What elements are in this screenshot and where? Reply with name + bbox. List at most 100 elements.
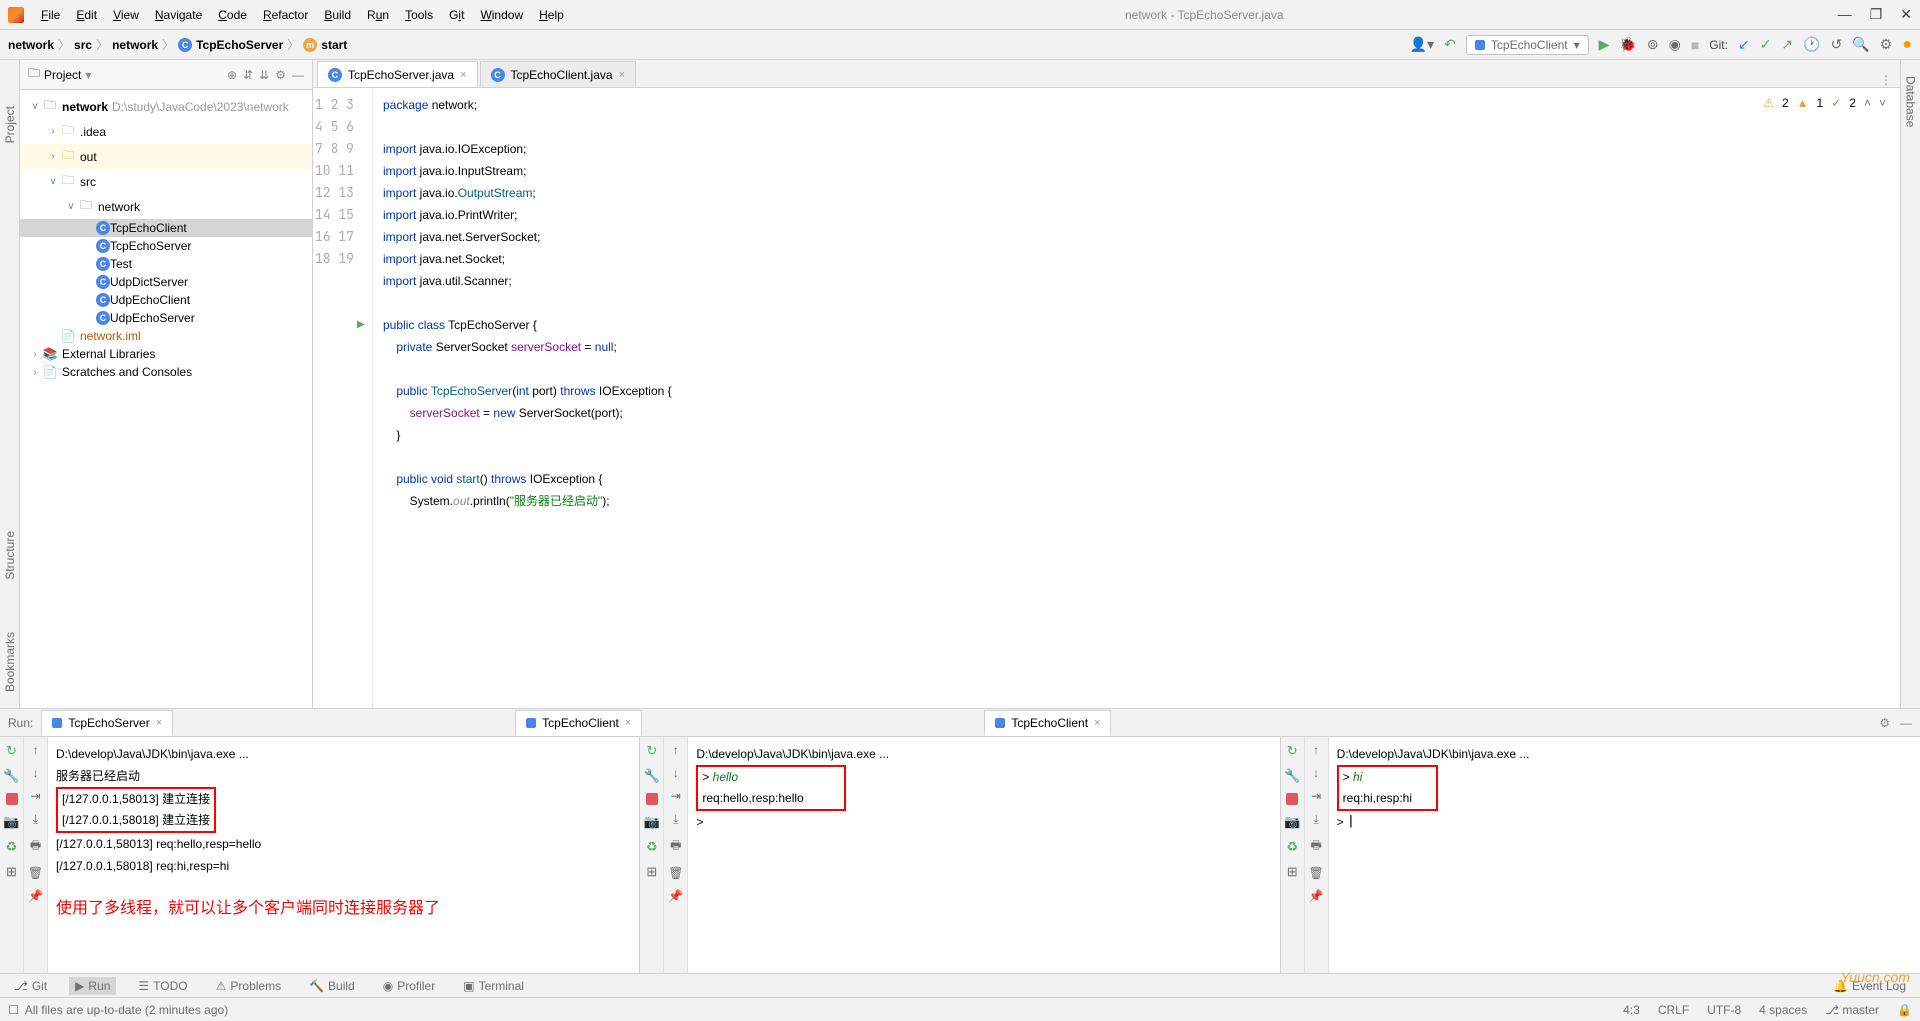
layout-icon[interactable]: ⊞ — [646, 864, 657, 880]
wrench-icon[interactable]: 🔧 — [3, 768, 19, 784]
tree-pkg[interactable]: ∨🗀network — [20, 194, 312, 219]
status-encoding[interactable]: UTF-8 — [1707, 1003, 1741, 1017]
wrap-icon[interactable]: ⇥ — [1311, 789, 1321, 803]
user-icon[interactable]: 👤▾ — [1410, 36, 1434, 53]
run-hide-icon[interactable]: — — [1900, 716, 1912, 730]
profile-icon[interactable]: ◉ — [1669, 36, 1681, 53]
status-crlf[interactable]: CRLF — [1658, 1003, 1689, 1017]
tree-file-udpdictserver[interactable]: CUdpDictServer — [20, 273, 312, 291]
close-tab-icon[interactable]: × — [460, 69, 466, 81]
editor-tab-client[interactable]: CTcpEchoClient.java× — [480, 61, 637, 87]
clear-icon[interactable]: 🗑 — [28, 866, 43, 880]
hide-panel-icon[interactable]: — — [292, 68, 304, 82]
breadcrumb-method[interactable]: start — [321, 38, 347, 52]
debug-icon[interactable]: 🐞 — [1619, 36, 1636, 53]
up-icon[interactable]: ↑ — [1313, 743, 1319, 757]
menu-help[interactable]: Help — [532, 4, 571, 26]
camera-icon[interactable]: 📷 — [1284, 814, 1300, 830]
menu-code[interactable]: Code — [211, 4, 254, 26]
camera-icon[interactable]: 📷 — [644, 814, 660, 830]
run-tab-server[interactable]: TcpEchoServer× — [41, 710, 173, 736]
settings-icon[interactable]: ⚙ — [1880, 36, 1893, 53]
console-output[interactable]: D:\develop\Java\JDK\bin\java.exe ... > h… — [688, 737, 1279, 973]
up-icon[interactable]: ↑ — [33, 743, 39, 757]
tree-root[interactable]: ∨🗀networkD:\study\JavaCode\2023\network — [20, 94, 312, 119]
editor-tab-server[interactable]: CTcpEchoServer.java× — [317, 61, 478, 87]
menu-window[interactable]: Window — [473, 4, 530, 26]
gc-icon[interactable]: ♻ — [1286, 839, 1298, 855]
tree-file-udpechoserver[interactable]: CUdpEchoServer — [20, 309, 312, 327]
rerun-icon[interactable]: ↻ — [1287, 743, 1298, 759]
scroll-icon[interactable]: ⤓ — [1314, 812, 1319, 827]
breadcrumb[interactable]: network〉 src〉 network〉 C TcpEchoServer〉 … — [8, 36, 347, 53]
tab-database[interactable]: Database — [1902, 70, 1920, 133]
project-dropdown-icon[interactable]: ▾ — [85, 68, 91, 82]
down-icon[interactable]: ↓ — [1313, 766, 1319, 780]
close-icon[interactable]: ✕ — [1900, 6, 1912, 23]
run-icon[interactable]: ▶ — [1599, 36, 1610, 53]
wrench-icon[interactable]: 🔧 — [1284, 768, 1300, 784]
expand-all-icon[interactable]: ⇵ — [243, 68, 253, 82]
console-output[interactable]: D:\develop\Java\JDK\bin\java.exe ... 服务器… — [48, 737, 639, 973]
clear-icon[interactable]: 🗑 — [668, 866, 683, 880]
run-tab-client1[interactable]: TcpEchoClient× — [515, 710, 642, 736]
git-update-icon[interactable]: ↙ — [1738, 36, 1750, 53]
git-revert-icon[interactable]: ↺ — [1831, 36, 1843, 53]
rerun-icon[interactable]: ↻ — [646, 743, 657, 759]
down-icon[interactable]: ↓ — [673, 766, 679, 780]
print-icon[interactable]: 🖶 — [1310, 836, 1321, 857]
rerun-icon[interactable]: ↻ — [6, 743, 17, 759]
menu-view[interactable]: View — [106, 4, 146, 26]
tree-file-tcpechoclient[interactable]: CTcpEchoClient — [20, 219, 312, 237]
editor-menu-icon[interactable]: ⋮ — [1872, 73, 1900, 87]
scroll-icon[interactable]: ⤓ — [33, 812, 38, 827]
stop-icon[interactable] — [646, 793, 658, 805]
menu-tools[interactable]: Tools — [398, 4, 440, 26]
tree-src[interactable]: ∨🗀src — [20, 169, 312, 194]
stop-icon[interactable] — [1286, 793, 1298, 805]
tree-idea[interactable]: ›🗀.idea — [20, 119, 312, 144]
menu-file[interactable]: File — [34, 4, 67, 26]
tab-structure[interactable]: Structure — [1, 525, 19, 586]
bottom-profiler[interactable]: ◉ Profiler — [377, 977, 442, 995]
tree-file-test[interactable]: CTest — [20, 255, 312, 273]
menu-run[interactable]: Run — [360, 4, 396, 26]
up-icon[interactable]: ↑ — [673, 743, 679, 757]
tree-scratches[interactable]: ›Scratches and Consoles — [20, 363, 312, 381]
bottom-terminal[interactable]: ▣ Terminal — [457, 977, 530, 995]
bottom-problems[interactable]: ⚠ Problems — [210, 977, 287, 995]
menu-edit[interactable]: Edit — [69, 4, 104, 26]
tree-external-libs[interactable]: ›External Libraries — [20, 345, 312, 363]
camera-icon[interactable]: 📷 — [3, 814, 19, 830]
panel-settings-icon[interactable]: ⚙ — [275, 68, 286, 82]
run-settings-icon[interactable]: ⚙ — [1879, 716, 1890, 730]
maximize-icon[interactable]: ❐ — [1870, 6, 1883, 23]
breadcrumb-class[interactable]: TcpEchoServer — [196, 38, 283, 52]
layout-icon[interactable]: ⊞ — [6, 864, 17, 880]
console-output[interactable]: D:\develop\Java\JDK\bin\java.exe ... > h… — [1329, 737, 1920, 973]
breadcrumb-project[interactable]: network — [8, 38, 54, 52]
clear-icon[interactable]: 🗑 — [1309, 866, 1324, 880]
tab-project[interactable]: Project — [1, 100, 19, 149]
down-icon[interactable]: ↓ — [33, 766, 39, 780]
bottom-git[interactable]: ⎇ Git — [8, 977, 53, 995]
status-branch[interactable]: ⎇ master — [1825, 1003, 1879, 1017]
bottom-todo[interactable]: ☰ TODO — [132, 977, 193, 995]
status-sync-icon[interactable]: ☐ — [8, 1003, 19, 1017]
status-lock-icon[interactable]: 🔒 — [1897, 1003, 1912, 1017]
tab-bookmarks[interactable]: Bookmarks — [1, 626, 19, 698]
tree-iml[interactable]: 📄network.iml — [20, 327, 312, 345]
minimize-icon[interactable]: — — [1838, 6, 1852, 23]
gc-icon[interactable]: ♻ — [6, 839, 18, 855]
close-tab-icon[interactable]: × — [619, 69, 625, 81]
tree-file-udpechoclient[interactable]: CUdpEchoClient — [20, 291, 312, 309]
run-config-dropdown[interactable]: TcpEchoClient ▾ — [1466, 35, 1589, 55]
pin-icon[interactable]: 📌 — [28, 889, 43, 903]
status-position[interactable]: 4:3 — [1623, 1003, 1640, 1017]
bottom-build[interactable]: 🔨 Build — [303, 977, 361, 995]
layout-icon[interactable]: ⊞ — [1287, 864, 1298, 880]
wrench-icon[interactable]: 🔧 — [644, 768, 660, 784]
up-icon[interactable]: ˄ — [1864, 96, 1871, 110]
stop-icon[interactable] — [6, 793, 18, 805]
gc-icon[interactable]: ♻ — [646, 839, 658, 855]
